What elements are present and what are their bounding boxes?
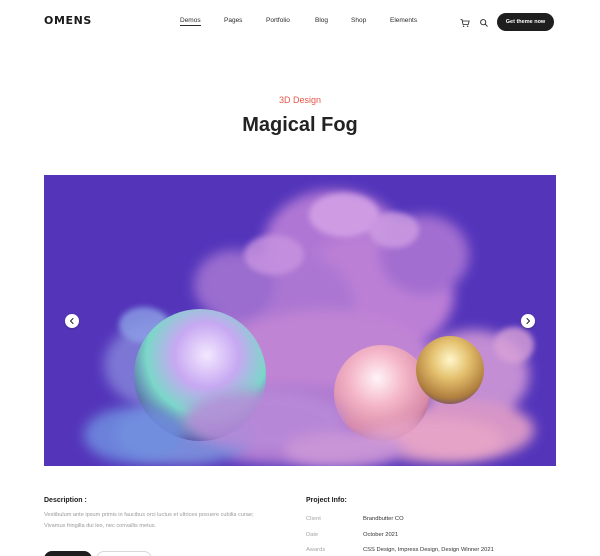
project-info-heading: Project Info: <box>306 497 347 504</box>
get-theme-button[interactable]: Get theme now <box>497 13 554 31</box>
project-title: Magical Fog <box>242 114 358 136</box>
nav-item-shop[interactable]: Shop <box>351 17 366 24</box>
site-logo[interactable]: OMENS <box>44 14 92 27</box>
project-category[interactable]: 3D Design <box>0 95 600 105</box>
magical-fog-artwork <box>84 190 534 466</box>
info-value: Brandbutter CO <box>363 516 404 522</box>
nav-item-portfolio[interactable]: Portfolio <box>266 17 290 24</box>
cart-icon[interactable] <box>460 15 470 27</box>
secondary-action-button[interactable] <box>96 551 152 556</box>
description-text: Vestibulum ante ipsum primis in faucibus… <box>44 512 254 529</box>
site-header: OMENS Demos Pages Portfolio Blog Shop El… <box>0 0 600 44</box>
slider-prev-button[interactable] <box>65 314 79 328</box>
search-icon[interactable] <box>479 15 489 27</box>
primary-action-button[interactable] <box>44 551 92 556</box>
info-label: Client <box>306 516 321 522</box>
chevron-left-icon <box>70 318 74 324</box>
portfolio-page: OMENS Demos Pages Portfolio Blog Shop El… <box>0 0 600 556</box>
info-row-date: Date October 2021 <box>306 532 556 542</box>
nav-item-blog[interactable]: Blog <box>315 17 328 24</box>
info-value: CSS Design, Impress Design, Design Winne… <box>363 547 494 553</box>
info-value: October 2021 <box>363 532 399 538</box>
slider-next-button[interactable] <box>521 314 535 328</box>
info-label: Date <box>306 532 319 538</box>
chevron-right-icon <box>526 318 530 324</box>
nav-item-pages[interactable]: Pages <box>224 17 242 24</box>
info-label: Awards <box>306 547 326 553</box>
info-row-client: Client Brandbutter CO <box>306 516 556 526</box>
nav-item-demos[interactable]: Demos <box>180 17 201 26</box>
nav-item-elements[interactable]: Elements <box>390 17 417 24</box>
project-hero-image <box>44 175 556 466</box>
description-heading: Description : <box>44 497 87 504</box>
info-row-awards: Awards CSS Design, Impress Design, Desig… <box>306 547 556 556</box>
